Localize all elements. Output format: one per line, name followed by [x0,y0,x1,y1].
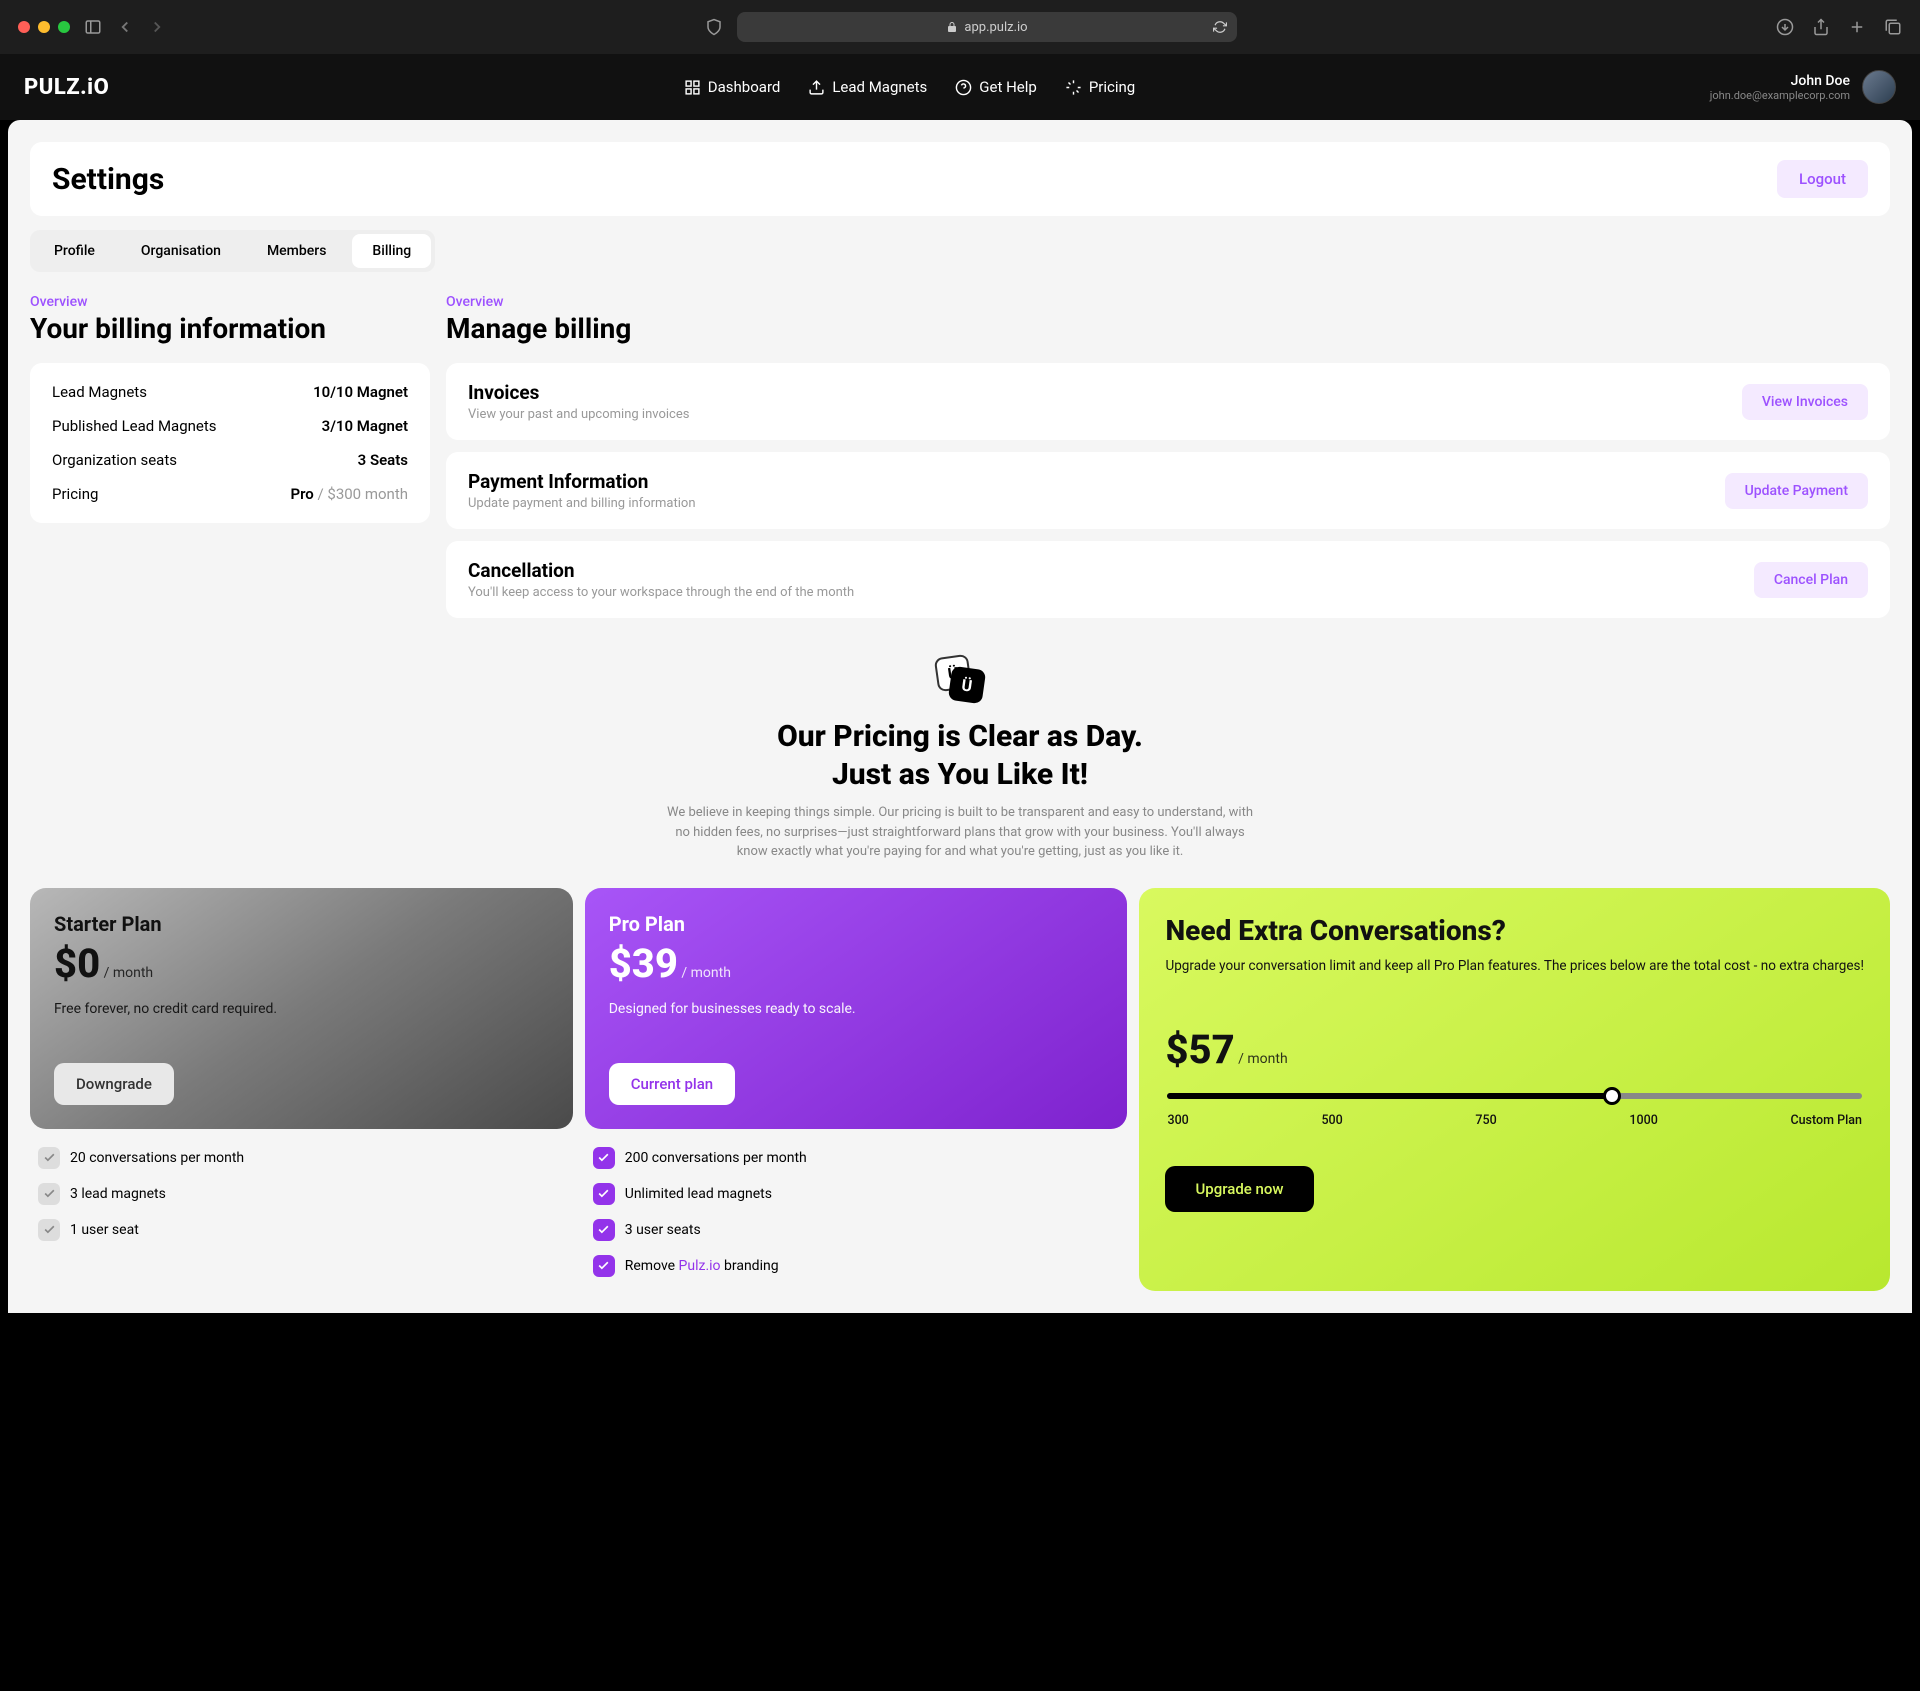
cancellation-card: CancellationYou'll keep access to your w… [446,541,1890,618]
overline: Overview [446,294,1890,310]
billing-info-section: Overview Your billing information Lead M… [30,294,430,630]
nav-lead-magnets[interactable]: Lead Magnets [808,78,927,96]
feature-item: 3 user seats [593,1219,1120,1241]
feature-item: 20 conversations per month [38,1147,565,1169]
feature-item: Unlimited lead magnets [593,1183,1120,1205]
check-icon [593,1183,615,1205]
reload-icon[interactable] [1213,20,1227,34]
feature-item: Remove Pulz.io branding [593,1255,1120,1277]
check-icon [593,1147,615,1169]
tab-organisation[interactable]: Organisation [121,234,241,268]
info-row: PricingPro / $300 month [52,485,408,503]
logout-button[interactable]: Logout [1777,160,1868,198]
extra-price: $57 [1165,1026,1234,1073]
plans-row: Starter Plan $0 / month Free forever, no… [30,888,1890,1291]
check-icon [38,1147,60,1169]
check-icon [38,1219,60,1241]
user-name: John Doe [1710,73,1850,89]
view-invoices-button[interactable]: View Invoices [1742,384,1868,420]
lock-icon [946,21,958,33]
cancel-plan-button[interactable]: Cancel Plan [1754,562,1868,598]
nav-get-help[interactable]: Get Help [955,78,1037,96]
conversations-slider[interactable] [1167,1093,1862,1099]
tab-members[interactable]: Members [247,234,346,268]
logo[interactable]: PULZ.iO [24,75,109,100]
manage-billing-section: Overview Manage billing InvoicesView you… [446,294,1890,630]
url-text: app.pulz.io [964,20,1027,35]
user-menu[interactable]: John Doe john.doe@examplecorp.com [1710,70,1896,104]
downgrade-button[interactable]: Downgrade [54,1063,174,1105]
window-controls [18,21,70,33]
shield-icon[interactable] [705,18,723,36]
extra-conversations-card: Need Extra Conversations? Upgrade your c… [1139,888,1890,1291]
check-icon [593,1255,615,1277]
settings-tabs: Profile Organisation Members Billing [30,230,435,272]
maximize-window[interactable] [58,21,70,33]
feature-item: 200 conversations per month [593,1147,1120,1169]
hero-desc: We believe in keeping things simple. Our… [660,803,1260,862]
nav-pricing[interactable]: Pricing [1065,78,1135,96]
pricing-hero: ÜÜ Our Pricing is Clear as Day.Just as Y… [30,656,1890,862]
plan-price: $0 [54,940,100,987]
hero-title: Our Pricing is Clear as Day.Just as You … [30,718,1890,793]
payment-info-card: Payment InformationUpdate payment and bi… [446,452,1890,529]
feature-item: 3 lead magnets [38,1183,565,1205]
page-header: Settings Logout [30,142,1890,216]
app-header: PULZ.iO Dashboard Lead Magnets Get Help … [0,54,1920,120]
sidebar-toggle-icon[interactable] [84,18,102,36]
extra-title: Need Extra Conversations? [1165,914,1864,947]
info-row: Lead Magnets10/10 Magnet [52,383,408,401]
nav-dashboard[interactable]: Dashboard [684,78,781,96]
back-icon[interactable] [116,18,134,36]
hero-icon: ÜÜ [936,656,984,704]
slider-thumb[interactable] [1603,1087,1621,1105]
share-icon[interactable] [1812,18,1830,36]
url-bar[interactable]: app.pulz.io [737,12,1237,42]
plan-price: $39 [609,940,678,987]
browser-chrome: app.pulz.io [0,0,1920,54]
info-row: Published Lead Magnets3/10 Magnet [52,417,408,435]
info-row: Organization seats3 Seats [52,451,408,469]
upgrade-now-button[interactable]: Upgrade now [1165,1166,1313,1212]
starter-plan: Starter Plan $0 / month Free forever, no… [30,888,573,1291]
avatar [1862,70,1896,104]
check-icon [38,1183,60,1205]
page-title: Settings [52,162,164,197]
update-payment-button[interactable]: Update Payment [1725,473,1868,509]
forward-icon[interactable] [148,18,166,36]
extra-desc: Upgrade your conversation limit and keep… [1165,957,1864,977]
pro-plan: Pro Plan $39 / month Designed for busine… [585,888,1128,1291]
tab-billing[interactable]: Billing [352,234,431,268]
billing-info-card: Lead Magnets10/10 Magnet Published Lead … [30,363,430,523]
plan-desc: Free forever, no credit card required. [54,1001,549,1017]
feature-item: 1 user seat [38,1219,565,1241]
slider-labels: 300 500 750 1000 Custom Plan [1167,1113,1862,1128]
minimize-window[interactable] [38,21,50,33]
section-title: Your billing information [30,312,430,345]
section-title: Manage billing [446,312,1890,345]
invoices-card: InvoicesView your past and upcoming invo… [446,363,1890,440]
plan-name: Pro Plan [609,912,1104,936]
main-sheet: Settings Logout Profile Organisation Mem… [8,120,1912,1313]
plan-name: Starter Plan [54,912,549,936]
close-window[interactable] [18,21,30,33]
current-plan-button[interactable]: Current plan [609,1063,735,1105]
tab-profile[interactable]: Profile [34,234,115,268]
plan-desc: Designed for businesses ready to scale. [609,1001,1104,1017]
overline: Overview [30,294,430,310]
check-icon [593,1219,615,1241]
user-email: john.doe@examplecorp.com [1710,89,1850,102]
tabs-icon[interactable] [1884,18,1902,36]
new-tab-icon[interactable] [1848,18,1866,36]
download-icon[interactable] [1776,18,1794,36]
main-nav: Dashboard Lead Magnets Get Help Pricing [684,78,1135,96]
